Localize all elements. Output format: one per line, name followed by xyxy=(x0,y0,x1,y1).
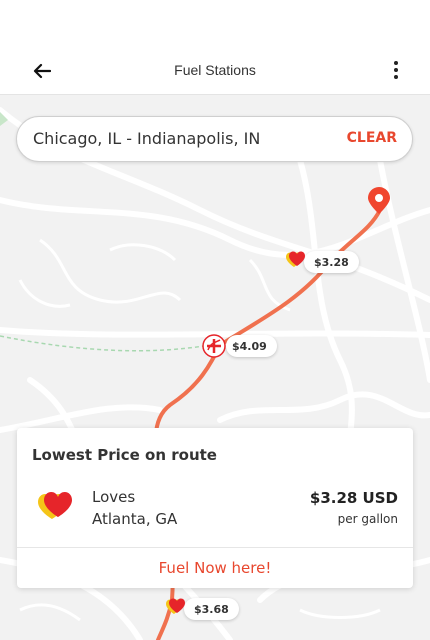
marker-price: $3.28 xyxy=(314,255,349,269)
price-marker[interactable]: $4.09 xyxy=(202,334,277,358)
marker-price: $4.09 xyxy=(232,339,267,353)
station-price: $3.28 USD xyxy=(309,489,398,507)
route-input[interactable]: Chicago, IL - Indianapolis, IN xyxy=(33,129,260,148)
route-search-bar[interactable]: Chicago, IL - Indianapolis, IN CLEAR xyxy=(16,116,413,162)
loves-heart-icon xyxy=(38,491,72,519)
card-title: Lowest Price on route xyxy=(32,446,217,464)
loves-heart-icon xyxy=(286,251,305,267)
marker-price: $3.68 xyxy=(194,602,229,616)
app-header: Fuel Stations xyxy=(0,0,430,95)
price-marker[interactable]: $3.28 xyxy=(286,251,359,273)
clear-button[interactable]: CLEAR xyxy=(347,130,397,146)
price-unit: per gallon xyxy=(337,512,398,526)
more-options-button[interactable] xyxy=(388,56,404,84)
loves-heart-icon xyxy=(166,598,185,614)
page-title: Fuel Stations xyxy=(174,62,256,78)
more-vertical-icon xyxy=(394,61,398,65)
station-location: Atlanta, GA xyxy=(92,510,178,528)
station-name: Loves xyxy=(92,488,136,506)
price-marker[interactable]: $3.68 xyxy=(166,598,239,620)
fuel-brand-logo-icon xyxy=(202,334,226,358)
fuel-now-button[interactable]: Fuel Now here! xyxy=(17,548,413,588)
lowest-price-card: Lowest Price on route Loves Atlanta, GA … xyxy=(17,428,413,588)
destination-pin-icon xyxy=(368,187,390,214)
